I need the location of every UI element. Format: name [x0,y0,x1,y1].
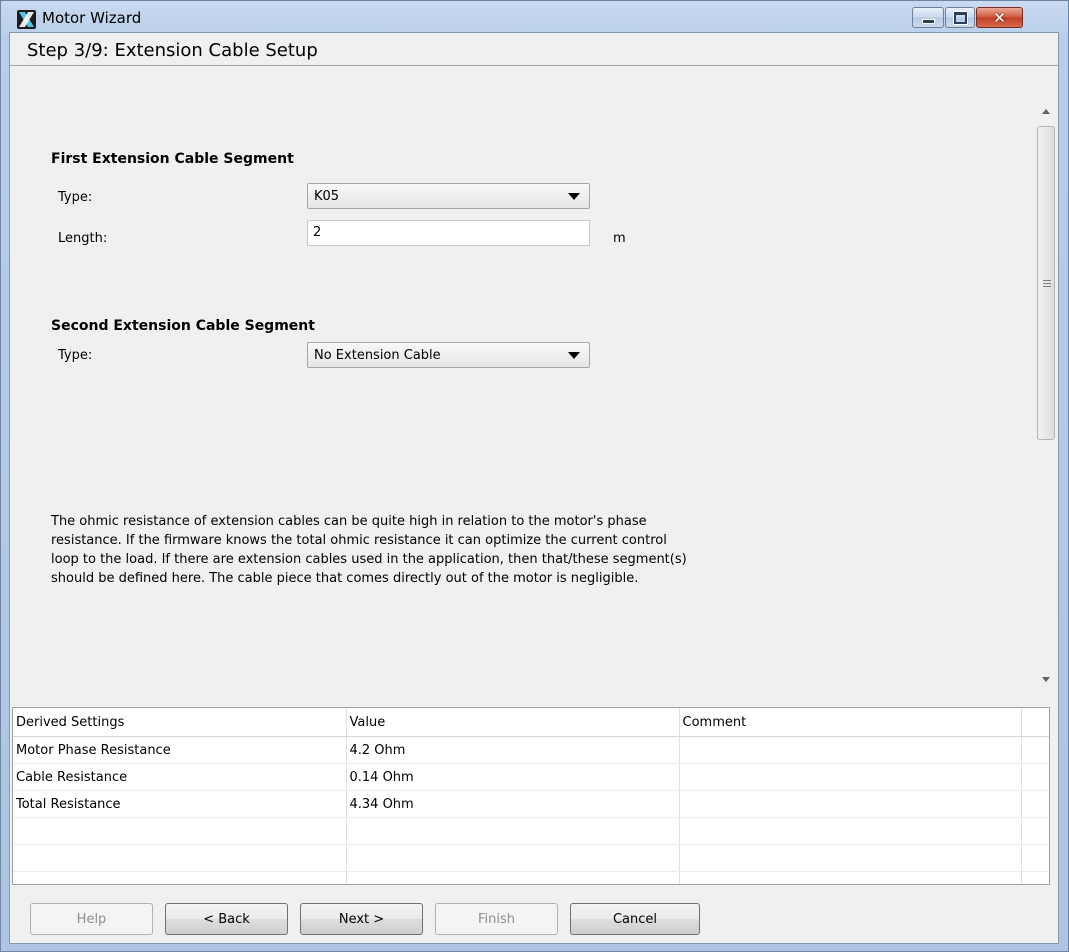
setting-cell: Motor Phase Resistance [13,736,347,764]
minimize-button[interactable] [912,7,944,28]
comment-cell [679,763,1022,791]
dropdown-arrow-icon [568,352,580,359]
window-title: Motor Wizard [42,9,142,27]
filler-cell [1021,763,1049,791]
empty-cell [1021,871,1049,884]
help-button[interactable]: Help [30,903,153,935]
motor-wizard-window: Motor Wizard ✕ Step 3/9: Extension Cable… [0,0,1069,952]
wizard-client-area: Step 3/9: Extension Cable Setup First Ex… [9,32,1059,944]
table-row-empty [13,871,1049,884]
first-type-value: K05 [314,189,340,204]
table-header-row: Derived Settings Value Comment [13,708,1049,737]
first-type-dropdown[interactable]: K05 [307,183,590,209]
empty-cell [13,844,347,872]
empty-cell [1021,844,1049,872]
length-label: Length: [58,231,108,246]
second-type-value: No Extension Cable [314,348,441,363]
close-icon: ✕ [993,8,1006,27]
second-type-label: Type: [58,348,93,363]
table-row[interactable]: Cable Resistance 0.14 Ohm [13,763,1049,791]
empty-cell [679,817,1022,845]
length-input[interactable]: 2 [307,220,590,246]
empty-cell [346,871,680,884]
column-header-value[interactable]: Value [346,708,680,737]
button-bar: Help < Back Next > Finish Cancel [10,888,1058,944]
title-bar[interactable]: Motor Wizard ✕ [1,1,1068,33]
grip-icon [1043,280,1051,287]
comment-cell [679,790,1022,818]
filler-cell [1021,790,1049,818]
step-title: Step 3/9: Extension Cable Setup [27,40,318,61]
scroll-thumb[interactable] [1037,126,1055,440]
comment-cell [679,736,1022,764]
empty-cell [13,871,347,884]
empty-cell [346,844,680,872]
filler-cell [1021,736,1049,764]
empty-cell [679,844,1022,872]
column-header-derived-settings[interactable]: Derived Settings [13,708,347,737]
scrollable-content: First Extension Cable Segment Type: K05 … [10,99,1034,689]
table-row[interactable]: Total Resistance 4.34 Ohm [13,790,1049,818]
setting-cell: Cable Resistance [13,763,347,791]
second-type-dropdown[interactable]: No Extension Cable [307,342,590,368]
app-logo-icon [17,10,36,29]
dropdown-arrow-icon [568,193,580,200]
info-text: The ohmic resistance of extension cables… [51,514,687,586]
table-row-empty [13,844,1049,872]
next-button[interactable]: Next > [300,903,423,935]
finish-button[interactable]: Finish [435,903,558,935]
empty-cell [346,817,680,845]
table-row-empty [13,817,1049,845]
maximize-button[interactable] [945,7,975,28]
derived-settings-table: Derived Settings Value Comment Motor Pha… [12,707,1050,885]
maximize-icon [952,10,968,25]
column-header-filler [1021,708,1049,737]
column-header-comment[interactable]: Comment [679,708,1022,737]
first-segment-heading: First Extension Cable Segment [51,151,294,167]
minimize-icon [921,19,935,24]
close-button[interactable]: ✕ [976,7,1023,28]
scroll-down-icon[interactable] [1042,677,1050,682]
value-cell: 4.34 Ohm [346,790,680,818]
empty-cell [1021,817,1049,845]
back-button[interactable]: < Back [165,903,288,935]
length-value: 2 [313,225,322,240]
empty-cell [13,817,347,845]
length-unit: m [613,231,626,246]
table-row[interactable]: Motor Phase Resistance 4.2 Ohm [13,736,1049,764]
second-segment-heading: Second Extension Cable Segment [51,318,315,334]
empty-cell [679,871,1022,884]
value-cell: 0.14 Ohm [346,763,680,791]
vertical-scrollbar[interactable] [1034,98,1058,690]
step-header: Step 3/9: Extension Cable Setup [10,33,1058,66]
scroll-up-icon[interactable] [1042,109,1050,114]
setting-cell: Total Resistance [13,790,347,818]
first-type-label: Type: [58,190,93,205]
value-cell: 4.2 Ohm [346,736,680,764]
cancel-button[interactable]: Cancel [570,903,700,935]
